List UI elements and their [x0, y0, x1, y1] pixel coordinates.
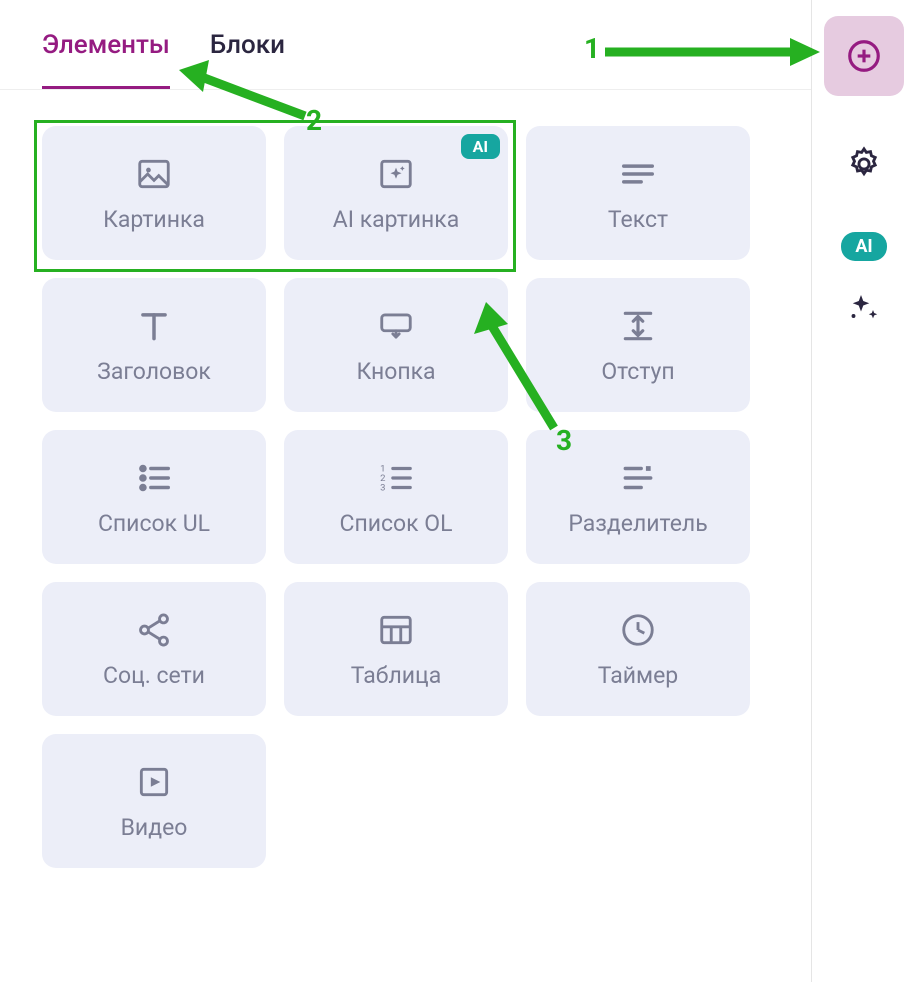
elements-grid: Картинка AI AI картинка Текст Заголовок	[0, 90, 811, 904]
heading-element[interactable]: Заголовок	[42, 278, 266, 412]
gear-icon	[845, 145, 883, 183]
table-element[interactable]: Таблица	[284, 582, 508, 716]
ai-image-icon	[376, 154, 416, 194]
tab-bar: Элементы Блоки	[0, 0, 811, 90]
button-element[interactable]: Кнопка	[284, 278, 508, 412]
image-icon	[134, 154, 174, 194]
sparkle-icon[interactable]	[846, 289, 882, 325]
ai-image-element[interactable]: AI AI картинка	[284, 126, 508, 260]
tab-elements[interactable]: Элементы	[42, 30, 170, 89]
svg-text:3: 3	[380, 482, 385, 493]
element-label: Отступ	[601, 358, 674, 385]
button-icon	[376, 306, 416, 346]
divider-icon	[618, 458, 658, 498]
ai-badge: AI	[461, 134, 500, 159]
text-element[interactable]: Текст	[526, 126, 750, 260]
element-label: Видео	[121, 814, 188, 841]
elements-panel: Элементы Блоки Картинка AI AI картинка Т…	[0, 0, 812, 982]
clock-icon	[618, 610, 658, 650]
share-icon	[134, 610, 174, 650]
element-label: Список OL	[339, 510, 452, 537]
text-icon	[618, 154, 658, 194]
rail-ai-badge[interactable]: AI	[841, 232, 886, 261]
video-icon	[134, 762, 174, 802]
ul-icon	[134, 458, 174, 498]
ul-list-element[interactable]: Список UL	[42, 430, 266, 564]
add-element-button[interactable]	[824, 16, 904, 96]
social-element[interactable]: Соц. сети	[42, 582, 266, 716]
table-icon	[376, 610, 416, 650]
element-label: Список UL	[98, 510, 210, 537]
spacer-icon	[618, 306, 658, 346]
divider-element[interactable]: Разделитель	[526, 430, 750, 564]
ol-list-element[interactable]: 123 Список OL	[284, 430, 508, 564]
side-rail: AI	[812, 0, 916, 982]
element-label: Кнопка	[356, 358, 435, 385]
video-element[interactable]: Видео	[42, 734, 266, 868]
image-element[interactable]: Картинка	[42, 126, 266, 260]
element-label: AI картинка	[333, 206, 459, 233]
element-label: Текст	[608, 206, 668, 233]
tab-blocks[interactable]: Блоки	[210, 30, 285, 89]
timer-element[interactable]: Таймер	[526, 582, 750, 716]
spacer-element[interactable]: Отступ	[526, 278, 750, 412]
heading-icon	[134, 306, 174, 346]
element-label: Таблица	[351, 662, 441, 689]
element-label: Заголовок	[97, 358, 211, 385]
element-label: Разделитель	[568, 510, 707, 537]
ol-icon: 123	[376, 458, 416, 498]
settings-button[interactable]	[824, 124, 904, 204]
element-label: Соц. сети	[103, 662, 205, 689]
plus-circle-icon	[845, 37, 883, 75]
element-label: Таймер	[598, 662, 678, 689]
element-label: Картинка	[103, 206, 205, 233]
